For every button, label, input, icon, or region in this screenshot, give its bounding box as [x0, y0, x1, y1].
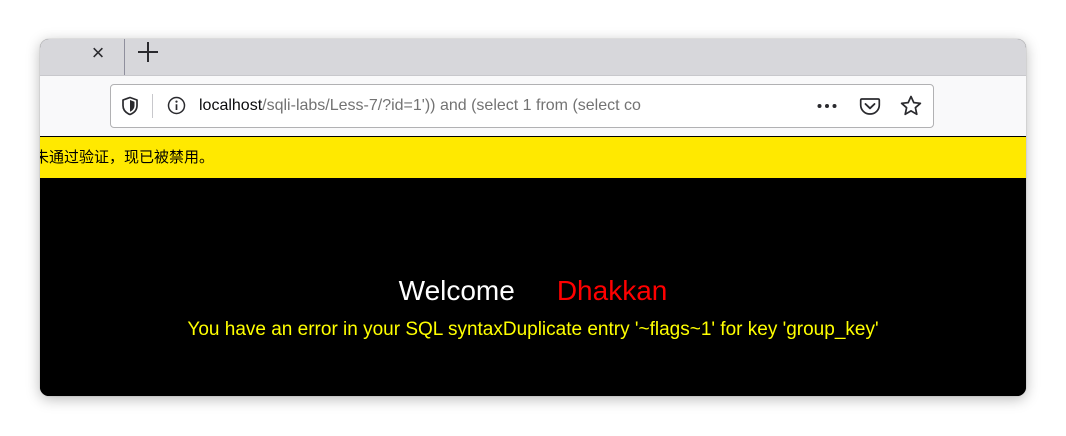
sql-error-message: You have an error in your SQL syntaxDupl…: [187, 319, 879, 340]
new-tab-icon[interactable]: [136, 39, 160, 65]
welcome-line: Welcome Dhakkan: [40, 274, 1026, 308]
notification-bar: 未通过验证，现已被禁用。: [40, 137, 1026, 178]
navigation-toolbar: localhost/sqli-labs/Less-7/?id=1')) and …: [40, 75, 1026, 136]
info-icon[interactable]: [167, 96, 186, 115]
star-icon[interactable]: [899, 94, 923, 118]
more-icon[interactable]: [815, 95, 839, 117]
url-bar[interactable]: localhost/sqli-labs/Less-7/?id=1')) and …: [110, 84, 934, 128]
url-path: /sqli-labs/Less-7/?id=1')) and (select 1…: [262, 97, 641, 114]
page-content: Welcome Dhakkan You have an error in your…: [40, 178, 1026, 396]
username: Dhakkan: [556, 275, 668, 306]
url-text[interactable]: localhost/sqli-labs/Less-7/?id=1')) and …: [199, 85, 769, 127]
url-host: localhost: [199, 97, 263, 114]
browser-window: × localhost/sqli-labs/Less-7/?id=1')) an…: [40, 39, 1026, 396]
close-tab-icon[interactable]: ×: [86, 41, 110, 65]
tab-separator: [124, 39, 125, 75]
shield-icon[interactable]: [121, 96, 139, 116]
notification-text: 未通过验证，现已被禁用。: [40, 148, 215, 166]
tab-bar: ×: [40, 39, 1026, 75]
welcome-label: Welcome: [398, 275, 515, 306]
url-separator: [152, 94, 153, 118]
pocket-icon[interactable]: [859, 95, 881, 117]
